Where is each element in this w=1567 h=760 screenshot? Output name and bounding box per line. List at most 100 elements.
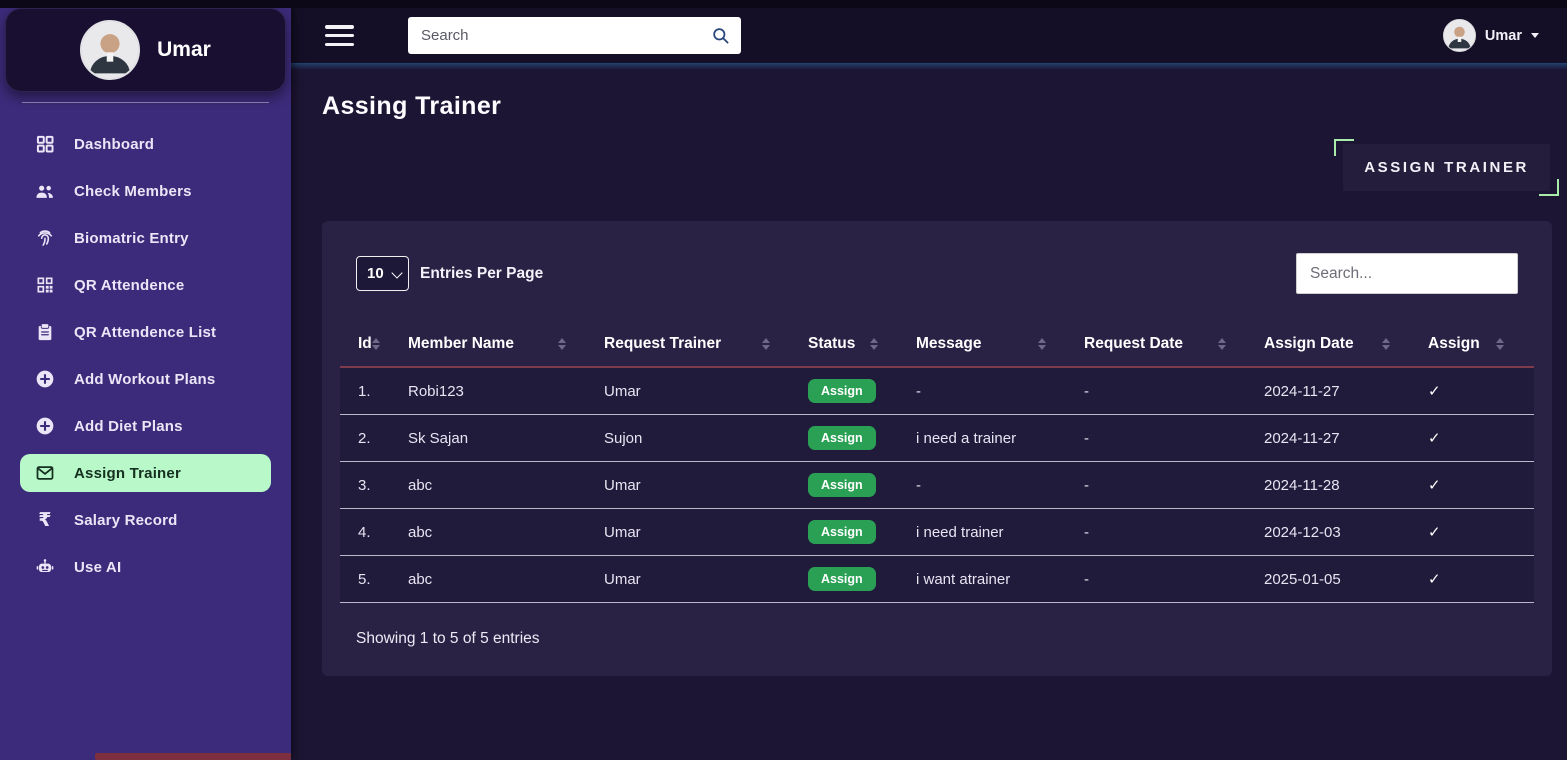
assign-status-badge[interactable]: Assign	[808, 426, 876, 450]
column-header-message[interactable]: Message	[908, 326, 1076, 367]
cell-assign-date: 2024-12-03	[1256, 509, 1420, 556]
sidebar-profile-card: Umar	[5, 8, 286, 92]
sort-icon[interactable]	[1038, 338, 1046, 350]
topbar: Umar	[291, 0, 1567, 64]
assign-status-badge[interactable]: Assign	[808, 520, 876, 544]
cell-status: Assign	[800, 415, 908, 462]
cell-request-date: -	[1076, 415, 1256, 462]
rupee-icon: ₹	[33, 509, 57, 531]
sidebar-item-use-ai[interactable]: Use AI	[20, 548, 271, 586]
column-header-id[interactable]: Id	[340, 326, 400, 367]
sort-icon[interactable]	[558, 338, 566, 350]
user-menu[interactable]: Umar	[1443, 19, 1539, 52]
sidebar-nav: Dashboard Check Members Biomatric Entry QR …	[0, 103, 291, 586]
cell-assigned: ✓	[1420, 462, 1534, 509]
main-column: Umar Assing Trainer ASSIGN TRAINER 10	[291, 0, 1567, 760]
cell-message: -	[908, 367, 1076, 415]
sort-icon[interactable]	[870, 338, 878, 350]
cell-request-date: -	[1076, 556, 1256, 603]
table-body: 1.Robi123UmarAssign--2024-11-27✓2.Sk Saj…	[340, 367, 1534, 603]
assign-trainer-button[interactable]: ASSIGN TRAINER	[1343, 144, 1550, 191]
column-header-member-name[interactable]: Member Name	[400, 326, 596, 367]
sort-icon[interactable]	[762, 338, 770, 350]
sidebar-item-salary-record[interactable]: ₹Salary Record	[20, 501, 271, 539]
sort-icon[interactable]	[1496, 338, 1504, 350]
chevron-down-icon	[1531, 33, 1539, 38]
cell-assigned: ✓	[1420, 367, 1534, 415]
sidebar-item-qr-attendence[interactable]: QR Attendence	[20, 266, 271, 304]
cell-message: -	[908, 462, 1076, 509]
cell-status: Assign	[800, 509, 908, 556]
column-header-request-date[interactable]: Request Date	[1076, 326, 1256, 367]
sidebar-item-qr-attendence-list[interactable]: QR Attendence List	[20, 313, 271, 351]
assign-status-badge[interactable]: Assign	[808, 473, 876, 497]
cell-member-name: abc	[400, 509, 596, 556]
user-avatar-small	[1443, 19, 1476, 52]
grid-icon	[33, 133, 57, 155]
app-root: Umar Dashboard Check Members Biomatric Ent…	[0, 0, 1567, 760]
cell-id: 4.	[340, 509, 400, 556]
cell-message: i want atrainer	[908, 556, 1076, 603]
sidebar-item-add-workout-plans[interactable]: Add Workout Plans	[20, 360, 271, 398]
cell-assigned: ✓	[1420, 415, 1534, 462]
assign-trainer-table: IdMember NameRequest TrainerStatusMessag…	[340, 326, 1534, 603]
page-content: Assing Trainer ASSIGN TRAINER 10 Entries…	[291, 64, 1567, 760]
column-header-assign[interactable]: Assign	[1420, 326, 1534, 367]
hamburger-menu-icon[interactable]	[325, 25, 354, 46]
column-header-request-trainer[interactable]: Request Trainer	[596, 326, 800, 367]
sidebar-item-add-diet-plans[interactable]: Add Diet Plans	[20, 407, 271, 445]
top-edge-strip	[0, 0, 1567, 8]
table-header-row: IdMember NameRequest TrainerStatusMessag…	[340, 326, 1534, 367]
sidebar-user-name: Umar	[157, 38, 211, 62]
table-footer-summary: Showing 1 to 5 of 5 entries	[356, 630, 1518, 648]
cell-status: Assign	[800, 556, 908, 603]
cell-member-name: abc	[400, 462, 596, 509]
cell-id: 3.	[340, 462, 400, 509]
cell-assign-date: 2024-11-27	[1256, 415, 1420, 462]
entries-per-page-label: Entries Per Page	[420, 265, 543, 283]
cell-request-date: -	[1076, 462, 1256, 509]
cell-member-name: Sk Sajan	[400, 415, 596, 462]
table-row: 3.abcUmarAssign--2024-11-28✓	[340, 462, 1534, 509]
sidebar-item-dashboard[interactable]: Dashboard	[20, 125, 271, 163]
cell-request-trainer: Sujon	[596, 415, 800, 462]
assign-status-badge[interactable]: Assign	[808, 379, 876, 403]
cell-request-date: -	[1076, 367, 1256, 415]
topbar-search-input[interactable]	[421, 27, 711, 44]
cell-request-date: -	[1076, 509, 1256, 556]
cell-message: i need a trainer	[908, 415, 1076, 462]
action-row: ASSIGN TRAINER	[322, 139, 1552, 195]
column-header-assign-date[interactable]: Assign Date	[1256, 326, 1420, 367]
cell-request-trainer: Umar	[596, 556, 800, 603]
cell-request-trainer: Umar	[596, 509, 800, 556]
search-icon[interactable]	[711, 26, 730, 45]
entries-select-wrap: 10	[356, 256, 409, 291]
table-panel: 10 Entries Per Page IdMe	[322, 221, 1552, 676]
table-search-box	[1296, 253, 1518, 294]
assign-status-badge[interactable]: Assign	[808, 567, 876, 591]
cell-message: i need trainer	[908, 509, 1076, 556]
cell-id: 1.	[340, 367, 400, 415]
sidebar-item-assign-trainer[interactable]: Assign Trainer	[20, 454, 271, 492]
envelope-icon	[33, 462, 57, 484]
horizontal-scrollbar-thumb[interactable]	[95, 753, 291, 760]
cell-status: Assign	[800, 367, 908, 415]
sort-icon[interactable]	[1382, 338, 1390, 350]
plus-icon	[33, 415, 57, 437]
cell-assign-date: 2025-01-05	[1256, 556, 1420, 603]
fingerprint-icon	[33, 227, 57, 249]
cell-assign-date: 2024-11-28	[1256, 462, 1420, 509]
sidebar-item-biomatric-entry[interactable]: Biomatric Entry	[20, 219, 271, 257]
sort-icon[interactable]	[372, 338, 380, 350]
cell-member-name: abc	[400, 556, 596, 603]
entries-per-page-select[interactable]: 10	[356, 256, 409, 291]
table-search-input[interactable]	[1296, 253, 1518, 294]
entries-per-page-control: 10 Entries Per Page	[356, 256, 543, 291]
sidebar: Umar Dashboard Check Members Biomatric Ent…	[0, 0, 291, 760]
user-avatar	[80, 20, 140, 80]
sidebar-item-check-members[interactable]: Check Members	[20, 172, 271, 210]
column-header-status[interactable]: Status	[800, 326, 908, 367]
cell-member-name: Robi123	[400, 367, 596, 415]
topbar-search-box	[408, 17, 741, 54]
sort-icon[interactable]	[1218, 338, 1226, 350]
